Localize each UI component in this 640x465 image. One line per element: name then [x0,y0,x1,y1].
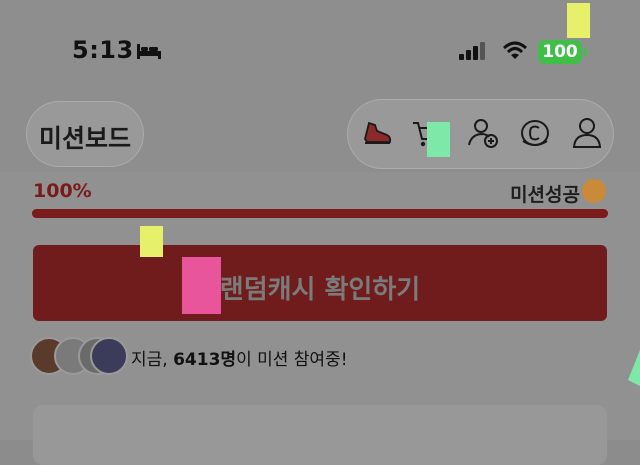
participant-avatars [30,337,130,375]
progress-bar [32,209,608,218]
battery-nub [584,48,587,56]
wifi-icon [502,41,528,59]
mission-card[interactable] [33,405,607,465]
add-user-icon[interactable] [465,115,501,151]
progress-percent: 100% [33,180,92,202]
bed-icon [137,44,161,59]
page-title-pill: 미션보드 [26,101,144,167]
progress-bar-fill [32,209,608,218]
random-cash-button-label: 랜덤캐시 확인하기 [219,275,421,305]
shoe-icon[interactable] [359,115,395,151]
avatar [90,337,128,375]
participants-suffix: 이 미션 참여중! [236,350,348,370]
celebration-emoji-icon [582,179,606,203]
signal-icon [459,42,485,60]
green-marker [628,350,640,386]
profile-icon[interactable] [569,115,605,151]
coin-icon[interactable] [517,115,553,151]
yellow-marker [140,226,163,257]
yellow-marker [567,3,590,38]
pink-marker [182,257,221,314]
page-title: 미션보드 [38,124,131,153]
battery-indicator: 100 [538,40,582,64]
participant-count-text: 지금, 6413명이 미션 참여중! [131,345,348,370]
participants-count: 6413명 [173,350,237,370]
participants-prefix: 지금, [131,350,174,370]
app-screen: 5:13 100 미션보드 100% 미션성공 랜덤캐시 확인하기 지금, 64… [0,0,640,465]
header-actions [347,99,614,169]
mission-status: 미션성공 [510,184,580,206]
green-marker [427,122,450,157]
status-time: 5:13 [72,36,134,64]
random-cash-button[interactable]: 랜덤캐시 확인하기 [33,245,607,321]
